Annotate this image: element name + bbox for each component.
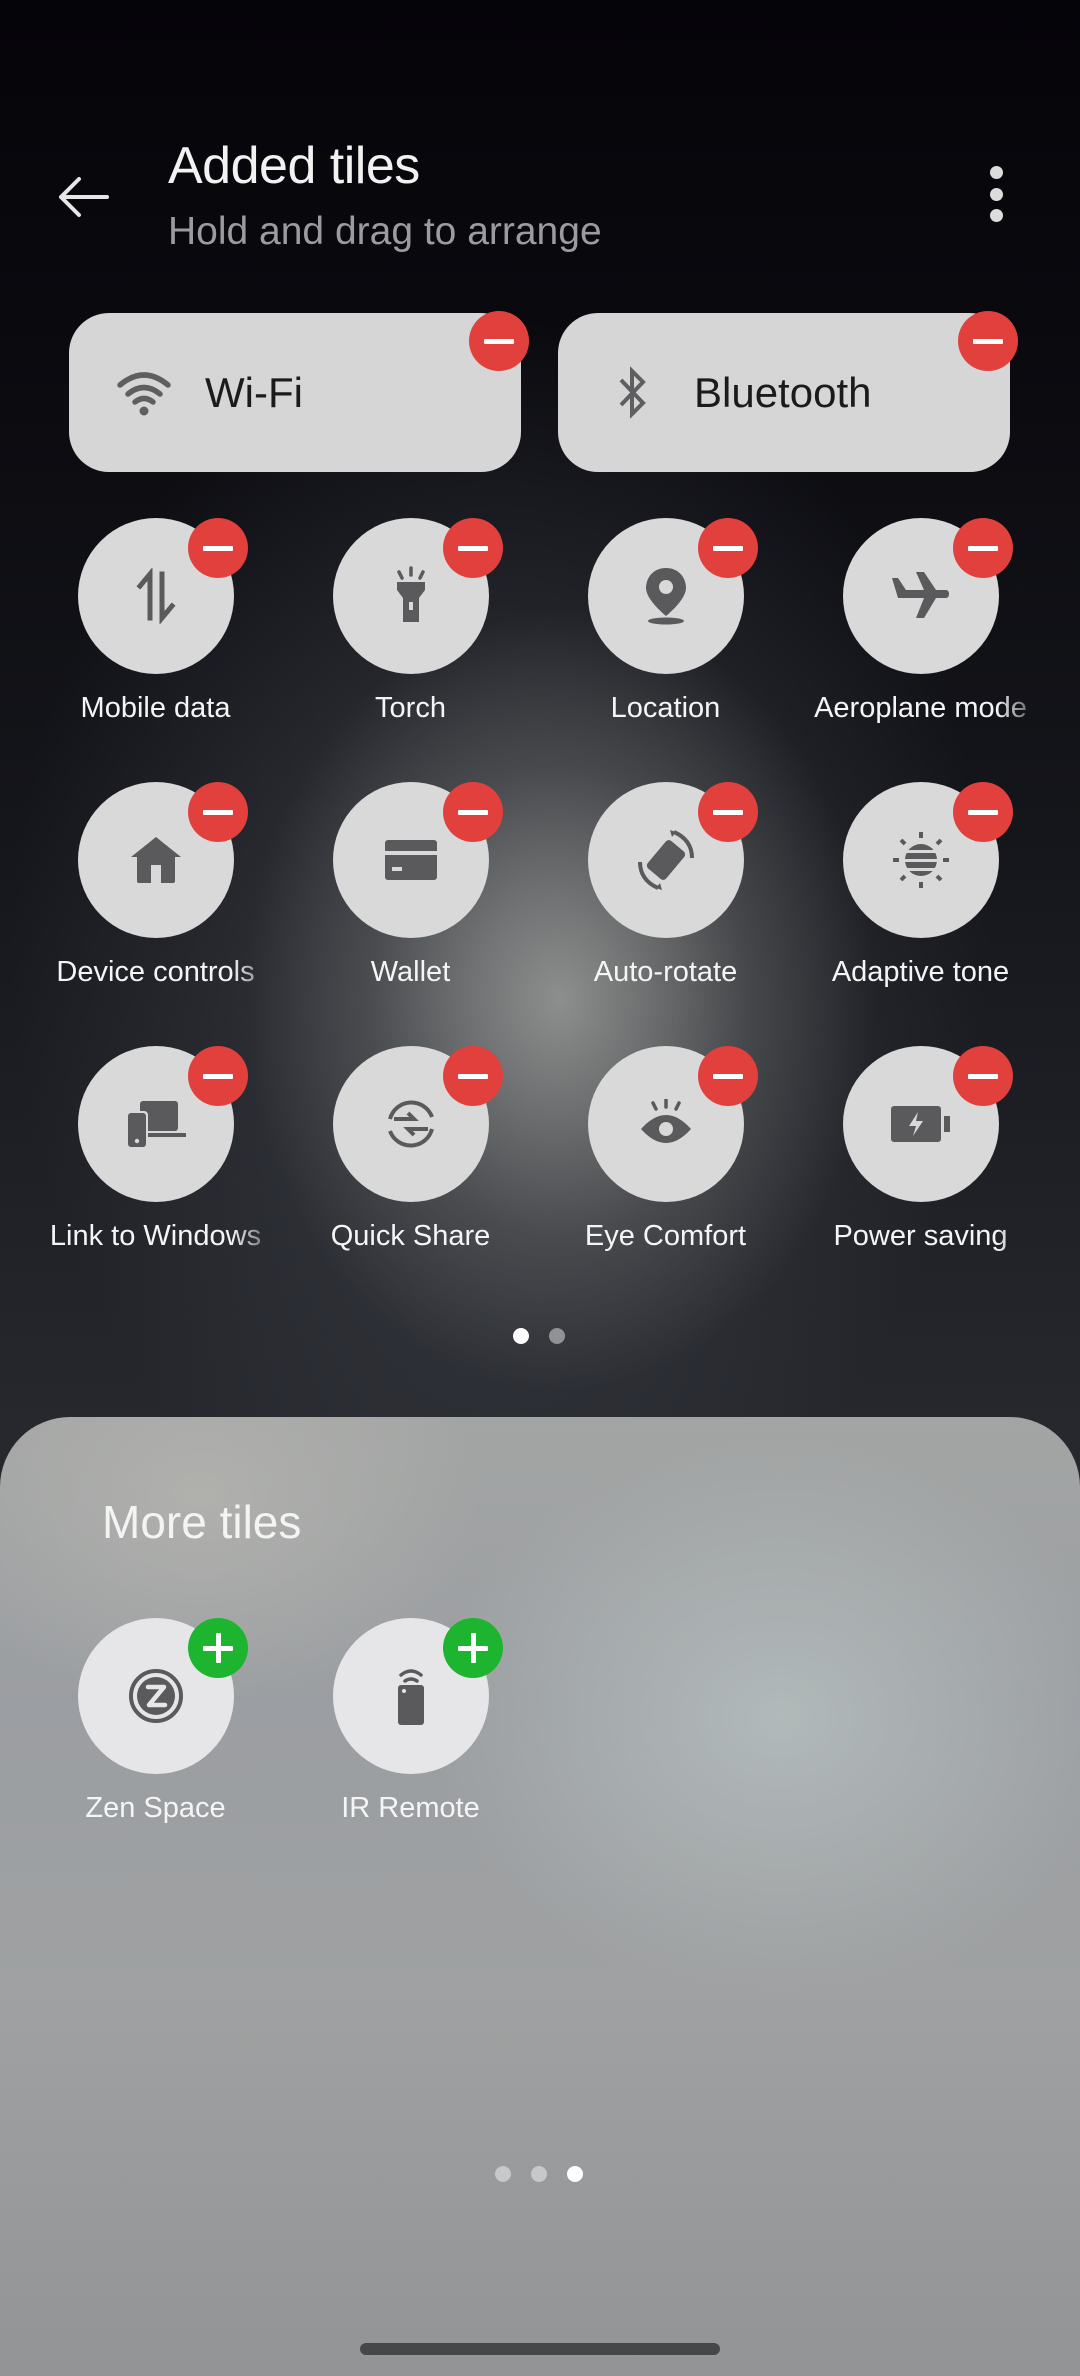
- added-tiles-page-indicator: [513, 1328, 565, 1344]
- add-tile-button[interactable]: [188, 1618, 248, 1678]
- remove-tile-button[interactable]: [698, 782, 758, 842]
- tile-label: Aeroplane mode: [814, 692, 1027, 724]
- wallet-icon: [385, 840, 437, 880]
- tile-location[interactable]: Location: [538, 518, 793, 738]
- home-icon: [131, 837, 181, 883]
- remove-tile-button[interactable]: [188, 782, 248, 842]
- tile-adaptive-tone[interactable]: Adaptive tone: [793, 782, 1048, 1002]
- wifi-icon: [113, 362, 175, 424]
- tile-wifi[interactable]: Wi-Fi: [69, 311, 529, 472]
- tile-ir-remote[interactable]: IR Remote: [283, 1618, 538, 1838]
- link-to-windows-icon: [126, 1101, 186, 1149]
- remove-tile-button[interactable]: [188, 518, 248, 578]
- zen-space-icon: [129, 1669, 183, 1723]
- tile-quick-share[interactable]: Quick Share: [283, 1046, 538, 1266]
- remove-tile-button[interactable]: [953, 518, 1013, 578]
- tile-label: Wi-Fi: [205, 368, 303, 416]
- page-title: Added tiles: [168, 137, 420, 195]
- tile-label: Adaptive tone: [831, 956, 1010, 988]
- tile-device-controls[interactable]: Device controls: [28, 782, 283, 1002]
- tile-label: Bluetooth: [694, 368, 872, 416]
- page-dot-2[interactable]: [531, 2166, 547, 2182]
- remove-tile-button[interactable]: [443, 1046, 503, 1106]
- tile-label: Device controls: [56, 956, 255, 988]
- tile-torch[interactable]: Torch: [283, 518, 538, 738]
- torch-icon: [397, 566, 425, 622]
- tile-auto-rotate[interactable]: Auto-rotate: [538, 782, 793, 1002]
- tile-label: Mobile data: [80, 692, 231, 724]
- gesture-nav-handle[interactable]: [360, 2343, 720, 2355]
- arrow-left-icon: [59, 177, 109, 217]
- header: Added tiles Hold and drag to arrange: [0, 0, 1080, 300]
- more-tiles-panel: More tiles Zen Space IR Remote: [0, 1417, 1080, 2376]
- auto-rotate-icon: [638, 830, 694, 890]
- remove-tile-button[interactable]: [953, 782, 1013, 842]
- remove-tile-button[interactable]: [698, 518, 758, 578]
- quick-share-icon: [388, 1100, 434, 1148]
- tile-label: Quick Share: [330, 1220, 491, 1252]
- tile-bluetooth[interactable]: Bluetooth: [558, 311, 1018, 472]
- tile-mobile-data[interactable]: Mobile data: [28, 518, 283, 738]
- ir-remote-icon: [398, 1669, 424, 1725]
- more-vert-icon: [989, 166, 1003, 179]
- remove-tile-button[interactable]: [953, 1046, 1013, 1106]
- add-tile-button[interactable]: [443, 1618, 503, 1678]
- more-tiles-page-indicator: [495, 2166, 583, 2182]
- back-button[interactable]: [46, 160, 120, 234]
- page-dot-1[interactable]: [495, 2166, 511, 2182]
- tile-power-saving[interactable]: Power saving: [793, 1046, 1048, 1266]
- remove-tile-button[interactable]: [958, 311, 1018, 371]
- page-dot-3[interactable]: [567, 2166, 583, 2182]
- tile-label: Zen Space: [85, 1792, 226, 1824]
- page-subtitle: Hold and drag to arrange: [168, 210, 602, 253]
- mobile-data-icon: [136, 568, 176, 624]
- tile-label: Auto-rotate: [593, 956, 738, 988]
- remove-tile-button[interactable]: [443, 518, 503, 578]
- tile-label: Torch: [375, 692, 446, 724]
- tile-label: Location: [610, 692, 721, 724]
- tile-label: Power saving: [833, 1220, 1008, 1252]
- page-dot-1[interactable]: [513, 1328, 529, 1344]
- tile-label: Eye Comfort: [584, 1220, 747, 1252]
- more-options-button[interactable]: [968, 160, 1024, 228]
- tile-wallet[interactable]: Wallet: [283, 782, 538, 1002]
- remove-tile-button[interactable]: [443, 782, 503, 842]
- tile-eye-comfort[interactable]: Eye Comfort: [538, 1046, 793, 1266]
- more-tiles-title: More tiles: [102, 1496, 302, 1548]
- airplane-icon: [892, 572, 949, 618]
- tile-aeroplane-mode[interactable]: Aeroplane mode: [793, 518, 1048, 738]
- location-icon: [646, 568, 686, 625]
- remove-tile-button[interactable]: [188, 1046, 248, 1106]
- tile-label: IR Remote: [341, 1792, 480, 1824]
- adaptive-tone-icon: [893, 832, 949, 888]
- bluetooth-icon: [602, 362, 664, 424]
- eye-comfort-icon: [641, 1099, 691, 1143]
- tile-label: Wallet: [370, 956, 451, 988]
- tile-zen-space[interactable]: Zen Space: [28, 1618, 283, 1838]
- remove-tile-button[interactable]: [698, 1046, 758, 1106]
- power-saving-icon: [891, 1106, 950, 1142]
- page-dot-2[interactable]: [549, 1328, 565, 1344]
- tile-link-to-windows[interactable]: Link to Windows: [28, 1046, 283, 1266]
- tile-label: Link to Windows: [49, 1220, 262, 1252]
- remove-tile-button[interactable]: [469, 311, 529, 371]
